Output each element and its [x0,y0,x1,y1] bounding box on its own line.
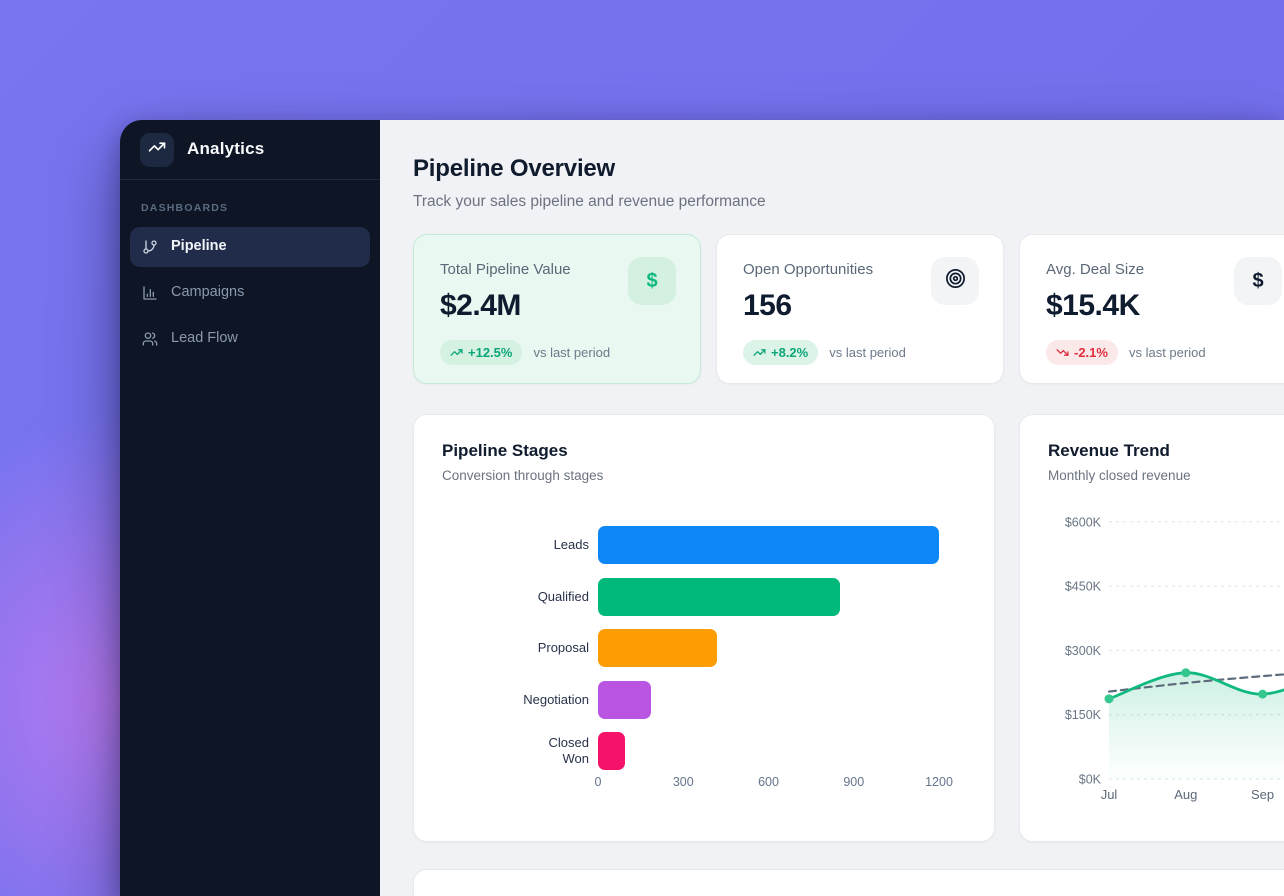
dashboard-window: Analytics DASHBOARDS Pipeline Campaigns [120,120,1284,896]
stat-icon-chip [931,257,979,305]
sidebar-item-label: Lead Flow [171,330,238,347]
y-axis-label: $300K [1065,644,1102,658]
chart-title: Revenue Trend [1048,441,1191,461]
bar [598,681,651,719]
bar-category-label: Negotiation [442,692,589,708]
change-badge: +12.5% [440,340,522,365]
bar-row: Negotiation [442,681,939,719]
dollar-icon: $ [1252,269,1263,293]
x-axis-tick: 0 [578,775,618,790]
bar-category-label: Qualified [442,589,589,605]
sidebar-nav: DASHBOARDS Pipeline Campaigns [120,180,380,359]
main-area: Pipeline Overview Track your sales pipel… [380,120,1284,896]
partial-card [413,869,1284,896]
bar-chart-x-axis: 03006009001200 [598,775,939,793]
x-axis-label: Sep [1251,787,1274,802]
bar-track [598,578,939,616]
x-axis-tick: 300 [663,775,703,790]
chart-subtitle: Conversion through stages [442,468,603,484]
stat-icon-chip: $ [628,257,676,305]
data-point [1258,690,1267,699]
bar-track [598,526,939,564]
y-axis-label: $450K [1065,580,1102,594]
bar [598,732,625,770]
x-axis-label: Aug [1174,787,1197,802]
page-title: Pipeline Overview [413,155,1284,184]
stat-card-avg-deal-size: Avg. Deal Size $15.4K $ -2.1% vs last pe… [1019,234,1284,384]
bar [598,629,717,667]
revenue-trend-card: Revenue Trend Monthly closed revenue $0K… [1019,414,1284,842]
compare-label: vs last period [533,345,610,361]
x-axis-label: Jul [1101,787,1118,802]
trending-up-icon [148,138,166,161]
bar [598,526,939,564]
sidebar-item-label: Campaigns [171,284,244,301]
bar-row: Proposal [442,629,939,667]
nav-section-label: DASHBOARDS [141,202,370,215]
sidebar-item-lead-flow[interactable]: Lead Flow [130,319,370,359]
change-badge: -2.1% [1046,340,1118,365]
bar-track [598,681,939,719]
sidebar-item-campaigns[interactable]: Campaigns [130,273,370,313]
bar-row: Closed Won [442,732,939,770]
bar-row: Leads [442,526,939,564]
x-axis-tick: 600 [749,775,789,790]
compare-label: vs last period [829,345,906,361]
change-badge: +8.2% [743,340,818,365]
y-axis-label: $150K [1065,709,1102,723]
trending-up-icon [450,346,463,359]
compare-label: vs last period [1129,345,1206,361]
dollar-icon: $ [646,269,657,293]
bar-track [598,629,939,667]
data-point [1105,695,1114,704]
y-axis-label: $0K [1079,773,1102,787]
sidebar-item-pipeline[interactable]: Pipeline [130,227,370,267]
y-axis-label: $600K [1065,516,1102,530]
sidebar: Analytics DASHBOARDS Pipeline Campaigns [120,120,380,896]
pipeline-stages-card: Pipeline Stages Conversion through stage… [413,414,995,842]
git-branch-icon [142,239,158,255]
stat-card-open-opportunities: Open Opportunities 156 +8.2% [716,234,1004,384]
bar-category-label: Closed Won [442,735,589,768]
bar [598,578,840,616]
stat-card-total-pipeline-value: Total Pipeline Value $2.4M $ +12.5% vs l… [413,234,701,384]
revenue-area [1109,667,1284,779]
page-subtitle: Track your sales pipeline and revenue pe… [413,193,1284,212]
x-axis-tick: 900 [834,775,874,790]
bar-chart-icon [142,285,158,301]
chart-title: Pipeline Stages [442,441,603,461]
bar-chart: Leads Qualified Proposal Negotiation Closed … [442,526,939,784]
charts-row: Pipeline Stages Conversion through stage… [413,414,1284,842]
bar-category-label: Proposal [442,640,589,656]
sidebar-item-label: Pipeline [171,238,227,255]
target-icon [944,267,967,295]
x-axis-tick: 1200 [919,775,959,790]
stat-icon-chip: $ [1234,257,1282,305]
app-logo [140,133,174,167]
bar-row: Qualified [442,578,939,616]
purple-backdrop: Analytics DASHBOARDS Pipeline Campaigns [0,0,1284,896]
trending-down-icon [1056,346,1069,359]
trending-up-icon [753,346,766,359]
stats-row: Total Pipeline Value $2.4M $ +12.5% vs l… [413,234,1284,384]
chart-subtitle: Monthly closed revenue [1048,468,1191,484]
brand-title: Analytics [187,139,264,159]
bar-track [598,732,939,770]
users-icon [142,331,158,347]
data-point [1181,669,1190,678]
sidebar-header: Analytics [120,120,380,180]
bar-category-label: Leads [442,537,589,553]
